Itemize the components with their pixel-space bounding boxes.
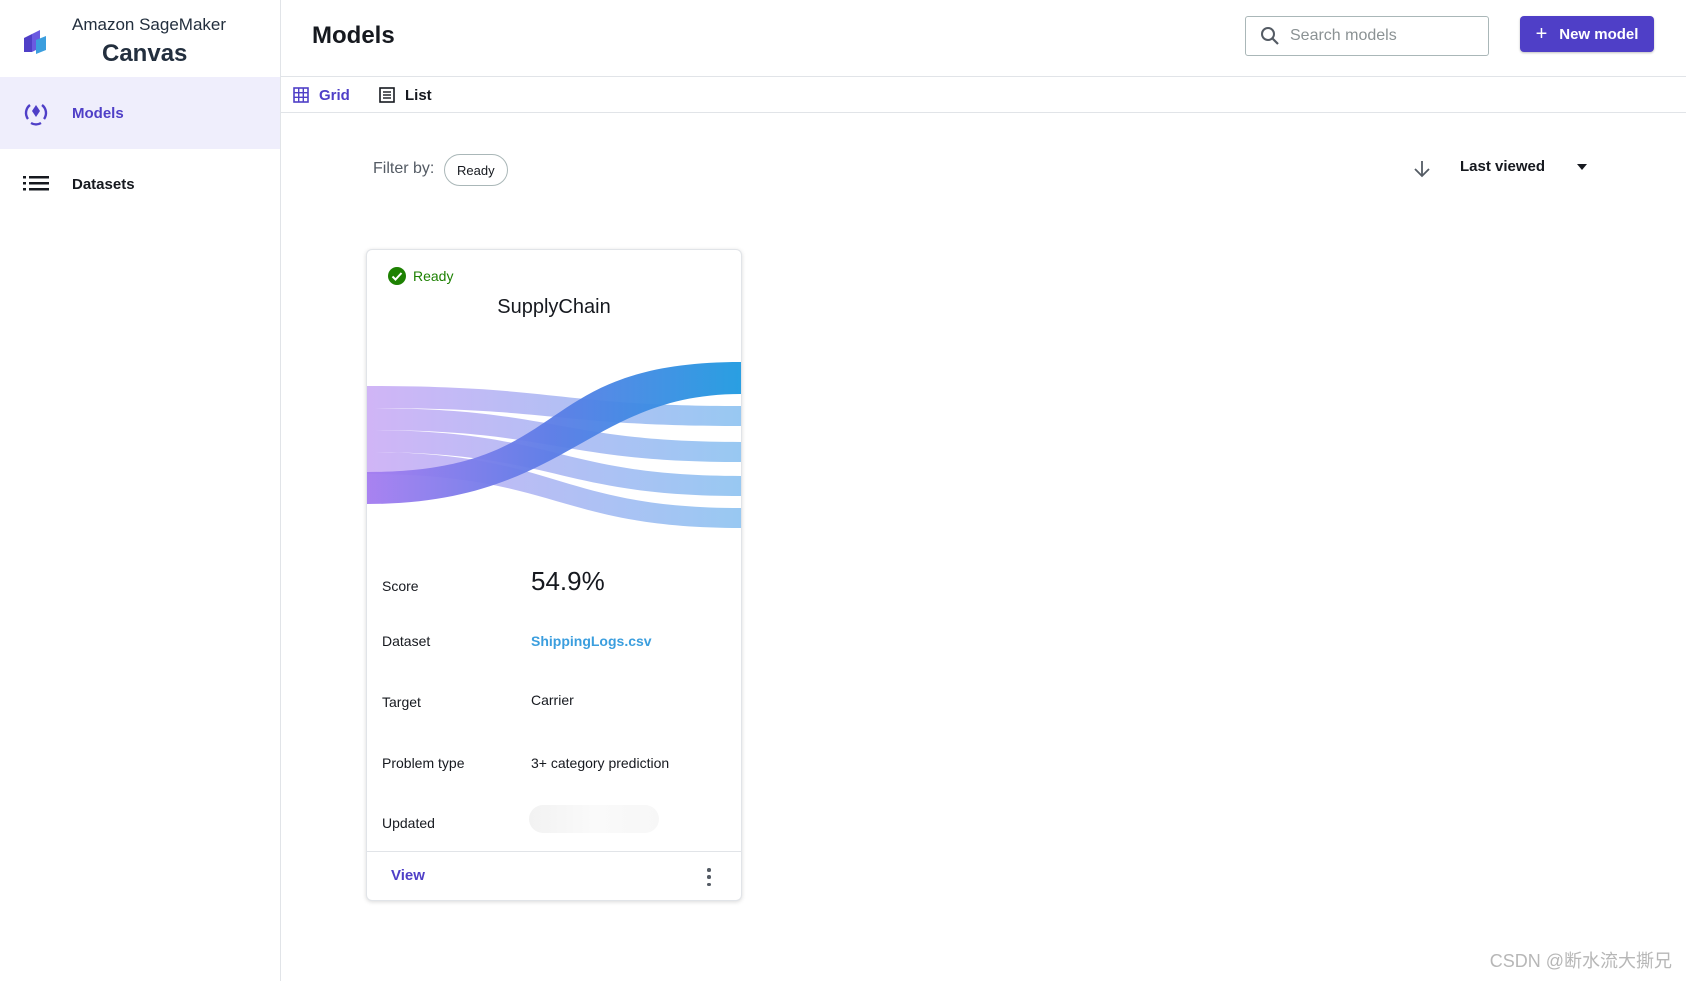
status-badge: Ready [387, 266, 453, 286]
more-options-icon[interactable] [703, 868, 715, 886]
model-name: SupplyChain [497, 296, 611, 318]
search-icon [1261, 27, 1279, 45]
tab-grid-label: Grid [319, 86, 350, 104]
dataset-link[interactable]: ShippingLogs.csv [531, 633, 652, 649]
filter-chip-ready[interactable]: Ready [444, 154, 508, 186]
view-model-link[interactable]: View [391, 867, 425, 884]
new-model-button[interactable]: + New model [1520, 16, 1654, 52]
tab-list-label: List [405, 86, 432, 104]
list-view-icon [379, 87, 395, 103]
sankey-illustration [367, 362, 741, 528]
brand-header: Amazon SageMaker Canvas [0, 0, 280, 77]
caret-down-icon [1577, 163, 1588, 170]
score-value: 54.9% [531, 566, 605, 596]
target-label: Target [382, 694, 421, 710]
problem-type-value: 3+ category prediction [531, 755, 670, 771]
updated-value-redacted [529, 805, 659, 833]
sidebar-item-label: Models [72, 104, 124, 122]
dataset-label: Dataset [382, 633, 431, 649]
view-toggle-bar: Grid List [281, 77, 1686, 113]
filter-label: Filter by: [373, 160, 435, 177]
model-card: Ready SupplyChain Score 54.9% Dataset Sh… [366, 249, 742, 901]
sort-dropdown-value: Last viewed [1460, 158, 1546, 175]
page-title: Models [312, 22, 395, 49]
problem-type-label: Problem type [382, 755, 465, 771]
search-input[interactable] [1290, 27, 1480, 45]
card-footer: View [367, 851, 741, 900]
check-circle-icon [388, 267, 406, 285]
sidebar-item-label: Datasets [72, 175, 135, 193]
grid-icon [293, 87, 309, 103]
brand-product-name: Amazon SageMaker [72, 15, 227, 34]
tab-grid-view[interactable]: Grid [293, 77, 350, 113]
sort-dropdown[interactable]: Last viewed [1460, 158, 1588, 175]
search-box[interactable] [1245, 16, 1489, 56]
sidebar-item-models[interactable]: Models [0, 77, 280, 149]
list-icon [22, 170, 50, 198]
sidebar-item-datasets[interactable]: Datasets [0, 148, 280, 220]
tab-list-view[interactable]: List [379, 77, 432, 113]
top-header: Models + New model [281, 0, 1686, 77]
models-icon [22, 99, 50, 127]
new-model-label: New model [1559, 25, 1639, 43]
status-text: Ready [413, 268, 454, 284]
watermark: CSDN @断水流大撕兄 [1489, 951, 1672, 971]
brand-app-name: Canvas [102, 40, 188, 67]
updated-label: Updated [382, 815, 435, 831]
score-label: Score [382, 578, 419, 594]
sort-direction-icon[interactable] [1411, 158, 1433, 180]
sagemaker-logo-icon [24, 30, 46, 54]
target-value: Carrier [531, 692, 574, 708]
plus-icon: + [1535, 23, 1548, 45]
sidebar: Amazon SageMaker Canvas Models Datasets [0, 0, 281, 981]
